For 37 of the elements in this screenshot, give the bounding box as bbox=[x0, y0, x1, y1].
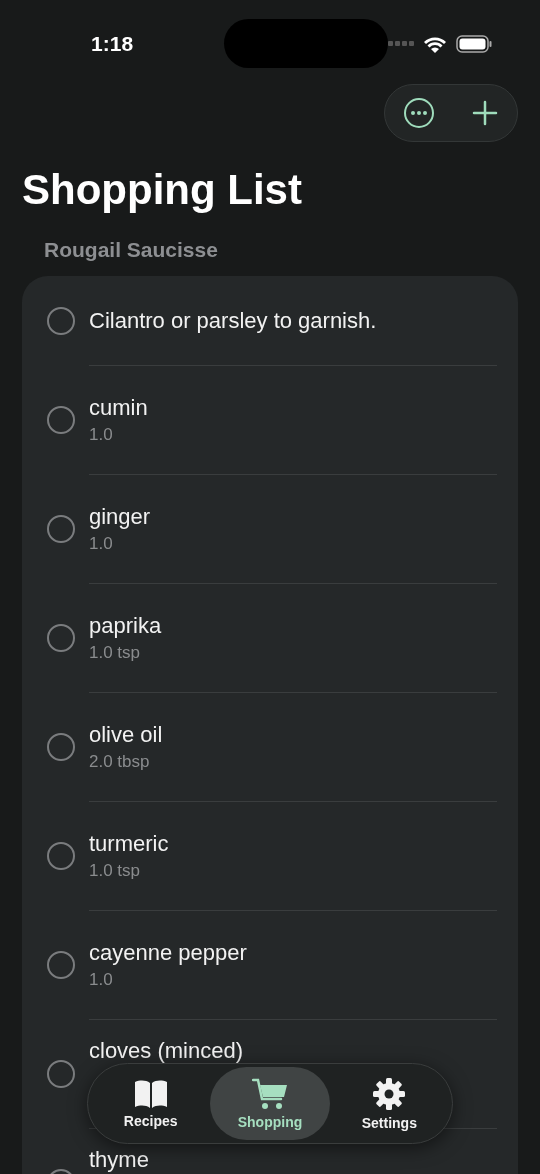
checkbox[interactable] bbox=[47, 624, 75, 652]
checkbox[interactable] bbox=[47, 1060, 75, 1088]
item-name: cumin bbox=[89, 395, 148, 421]
wifi-icon bbox=[424, 35, 446, 53]
status-time: 1:18 bbox=[90, 31, 135, 57]
signal-icon bbox=[388, 41, 414, 47]
tab[interactable]: Shopping bbox=[210, 1067, 330, 1140]
item-name: turmeric bbox=[89, 831, 169, 857]
item-name: paprika bbox=[89, 613, 162, 639]
checkbox[interactable] bbox=[47, 842, 75, 870]
item-name: ginger bbox=[89, 504, 151, 530]
checkbox[interactable] bbox=[47, 951, 75, 979]
item-quantity: 1.0 bbox=[89, 425, 114, 445]
checkbox[interactable] bbox=[47, 733, 75, 761]
item-name: thyme bbox=[89, 1147, 149, 1173]
item-quantity: 1.0 bbox=[89, 970, 114, 990]
item-quantity: 1.0 tsp bbox=[89, 861, 142, 881]
checkbox[interactable] bbox=[47, 306, 75, 335]
page-title: Shopping List bbox=[22, 165, 303, 215]
item-name: olive oil bbox=[89, 722, 163, 748]
battery-icon bbox=[456, 35, 492, 53]
tab[interactable]: Recipes bbox=[91, 1067, 211, 1140]
tab[interactable]: Settings bbox=[329, 1067, 449, 1140]
item-quantity: 1.0 tsp bbox=[89, 643, 142, 663]
item-name: cayenne pepper bbox=[89, 940, 247, 966]
item-name: cloves (minced) bbox=[89, 1038, 244, 1064]
book-icon bbox=[132, 1078, 169, 1109]
section-header: Rougail Saucisse bbox=[44, 238, 219, 262]
item-quantity: 1.0 bbox=[89, 534, 114, 554]
settings-icon bbox=[372, 1076, 407, 1111]
checkbox[interactable] bbox=[47, 515, 75, 543]
checkbox[interactable] bbox=[47, 406, 75, 434]
cart-icon bbox=[252, 1077, 288, 1110]
add-button[interactable] bbox=[471, 99, 499, 127]
more-button[interactable] bbox=[403, 97, 435, 129]
item-name: Cilantro or parsley to garnish. bbox=[89, 307, 377, 334]
item-quantity: 2.0 tbsp bbox=[89, 752, 151, 772]
